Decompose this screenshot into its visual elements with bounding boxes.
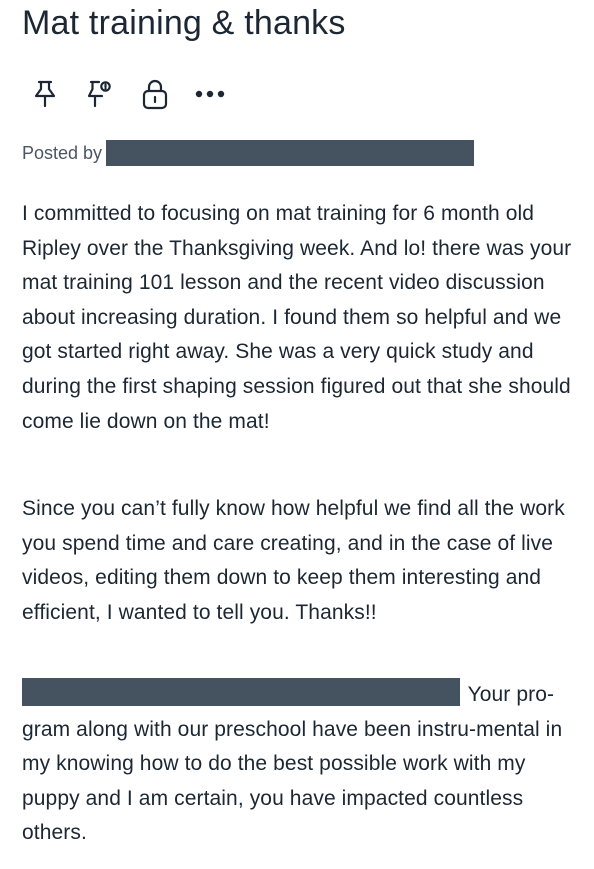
quote-redaction <box>22 678 460 706</box>
lock-button[interactable] <box>140 78 170 110</box>
pin-button[interactable] <box>30 78 60 110</box>
post-toolbar <box>30 78 250 110</box>
post-paragraph-quote: Your pro-gram along with our preschool h… <box>22 678 578 851</box>
pin-icon <box>32 79 58 109</box>
unpin-icon <box>87 79 113 109</box>
author-redaction <box>106 140 475 166</box>
lock-icon <box>141 78 169 110</box>
more-icon <box>195 89 225 99</box>
post-paragraph-text: Your pro-gram along with our preschool h… <box>22 683 563 845</box>
post-paragraph: I committed to focusing on mat training … <box>22 202 572 433</box>
post-paragraph: Since you can’t fully know how helpful w… <box>22 497 565 624</box>
post-title: Mat training & thanks <box>22 4 346 42</box>
posted-by-line: Posted by <box>22 140 475 166</box>
more-options-button[interactable] <box>195 78 225 110</box>
unpin-button[interactable] <box>85 78 115 110</box>
posted-by-label: Posted by <box>22 142 103 163</box>
